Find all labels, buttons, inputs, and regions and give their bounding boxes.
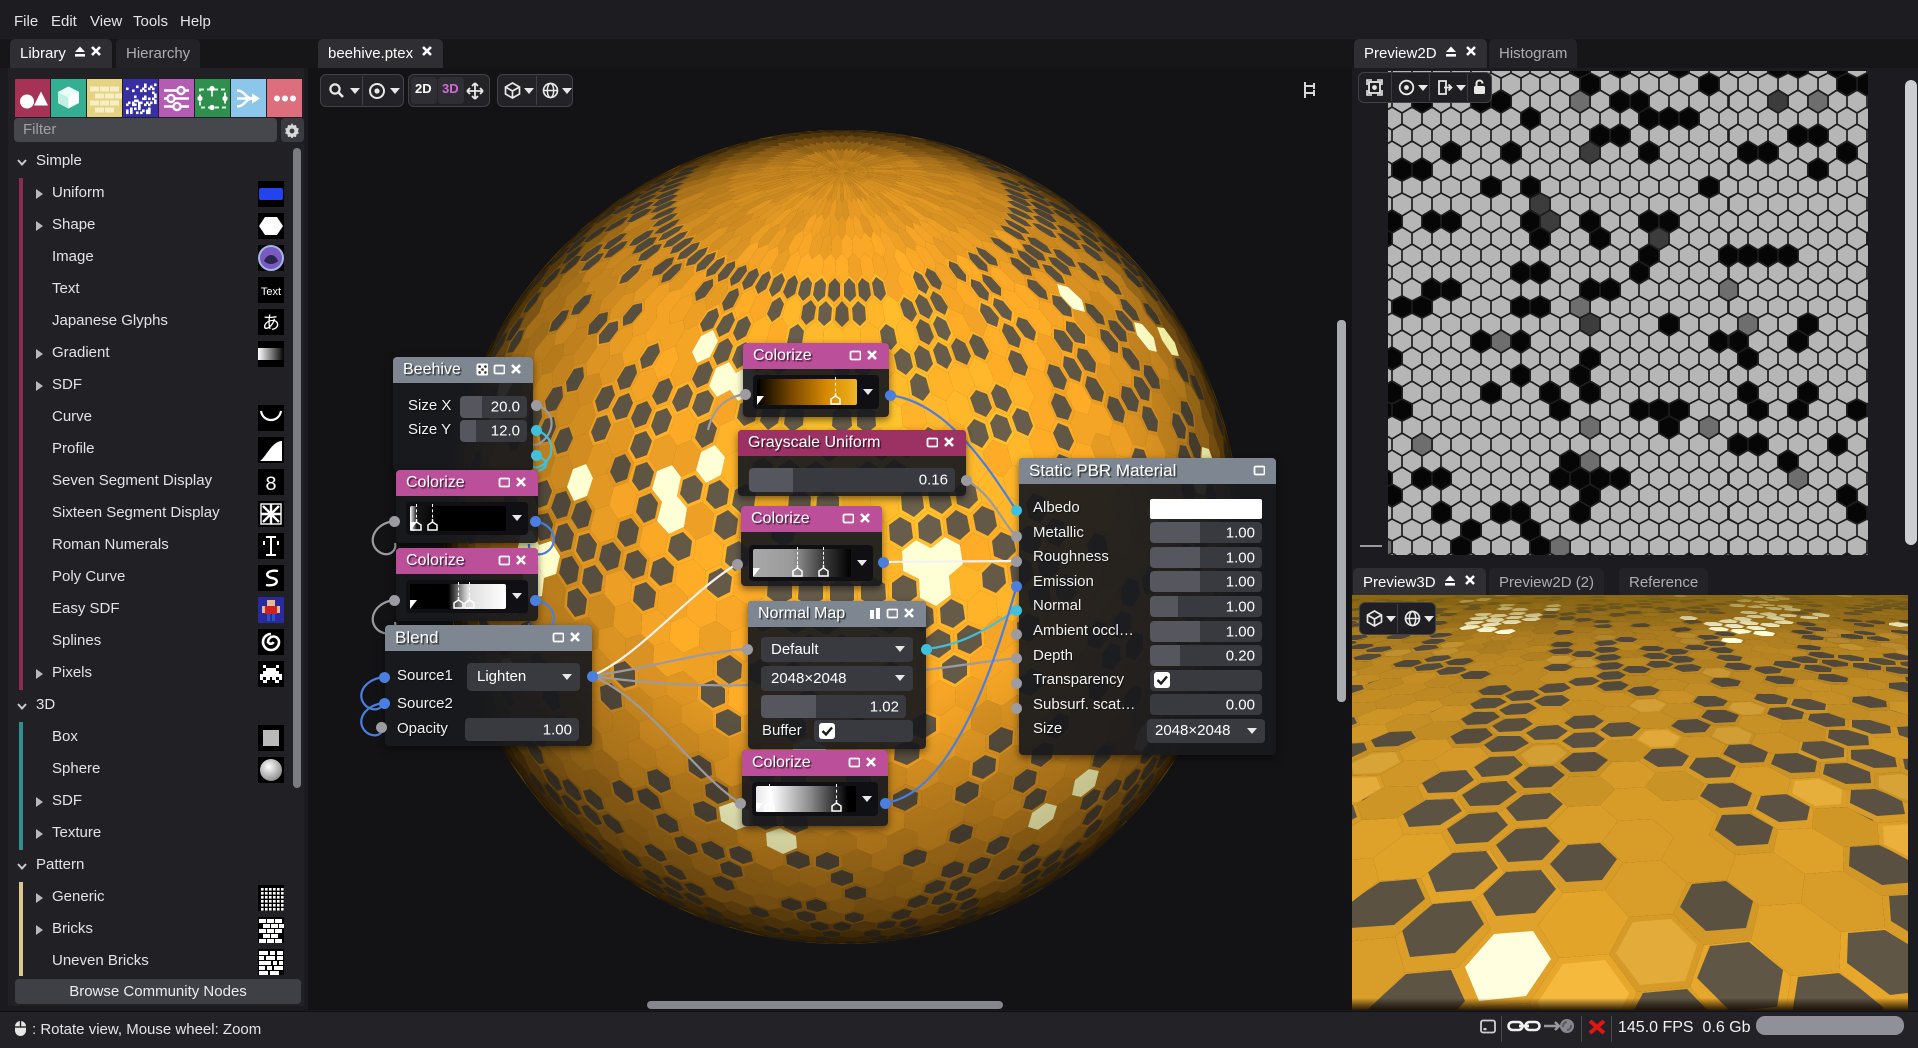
- svg-text:あ: あ: [262, 313, 280, 333]
- svg-text:8: 8: [265, 474, 277, 495]
- svg-text:Text: Text: [261, 286, 281, 298]
